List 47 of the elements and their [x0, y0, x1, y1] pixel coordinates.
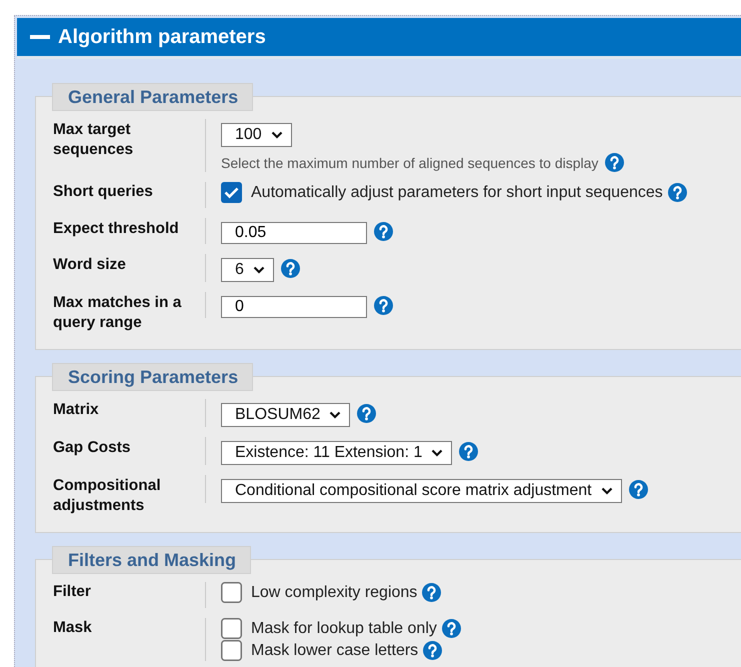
panel-title: Algorithm parameters: [58, 26, 266, 48]
help-icon[interactable]: [357, 404, 376, 422]
chevron-down-icon: [270, 131, 283, 139]
section-legend: General Parameters: [52, 83, 254, 111]
field-label: Compositional adjustments: [53, 476, 162, 516]
chevron-down-icon: [431, 449, 444, 457]
dropdown[interactable]: BLOSUM62: [221, 403, 350, 427]
help-icon[interactable]: [374, 222, 393, 240]
field-label: Filter: [53, 582, 92, 602]
field-label: Max matches in a query range: [53, 293, 182, 333]
dropdown[interactable]: Existence: 11 Extension: 1: [221, 441, 452, 465]
help-icon[interactable]: [605, 153, 624, 172]
panel-header[interactable]: Algorithm parameters: [17, 18, 741, 59]
field-label: Matrix: [53, 400, 100, 420]
help-icon[interactable]: [628, 480, 648, 498]
checkbox[interactable]: [221, 640, 242, 661]
section-legend: Filters and Masking: [52, 546, 252, 574]
checkbox-label[interactable]: Automatically adjust parameters for short input sequences: [251, 184, 663, 202]
checkbox-label[interactable]: Low complexity regions: [251, 584, 418, 602]
help-icon[interactable]: [423, 641, 442, 660]
chevron-down-icon: [600, 487, 613, 495]
input-field[interactable]: 0: [221, 296, 367, 318]
dropdown[interactable]: Conditional compositional score matrix adjustment: [221, 479, 622, 503]
field-label: Short queries: [53, 182, 154, 202]
help-icon[interactable]: [668, 183, 687, 202]
field-label: Mask: [53, 618, 93, 638]
field-label: Expect threshold: [53, 219, 180, 239]
section-legend: Scoring Parameters: [52, 363, 254, 391]
checkbox[interactable]: [221, 618, 242, 639]
help-icon[interactable]: [459, 442, 478, 460]
field-label: Word size: [53, 255, 127, 275]
dropdown[interactable]: 6: [221, 258, 274, 282]
checkbox[interactable]: [221, 182, 242, 203]
field-label: Max target sequences: [53, 120, 134, 160]
checkbox-label[interactable]: Mask lower case letters: [251, 642, 418, 660]
checkbox[interactable]: [221, 582, 242, 603]
hint-text: Select the maximum number of aligned sequences to display: [221, 154, 598, 170]
help-icon[interactable]: [374, 296, 393, 314]
dropdown[interactable]: 100: [221, 123, 292, 147]
checkbox-label[interactable]: Mask for lookup table only: [251, 620, 437, 638]
input-field[interactable]: 0.05: [221, 222, 367, 244]
field-label: Gap Costs: [53, 438, 132, 458]
chevron-down-icon: [329, 411, 342, 419]
help-icon[interactable]: [422, 583, 442, 602]
chevron-down-icon: [252, 266, 265, 274]
help-icon[interactable]: [442, 619, 461, 638]
help-icon[interactable]: [280, 258, 300, 278]
